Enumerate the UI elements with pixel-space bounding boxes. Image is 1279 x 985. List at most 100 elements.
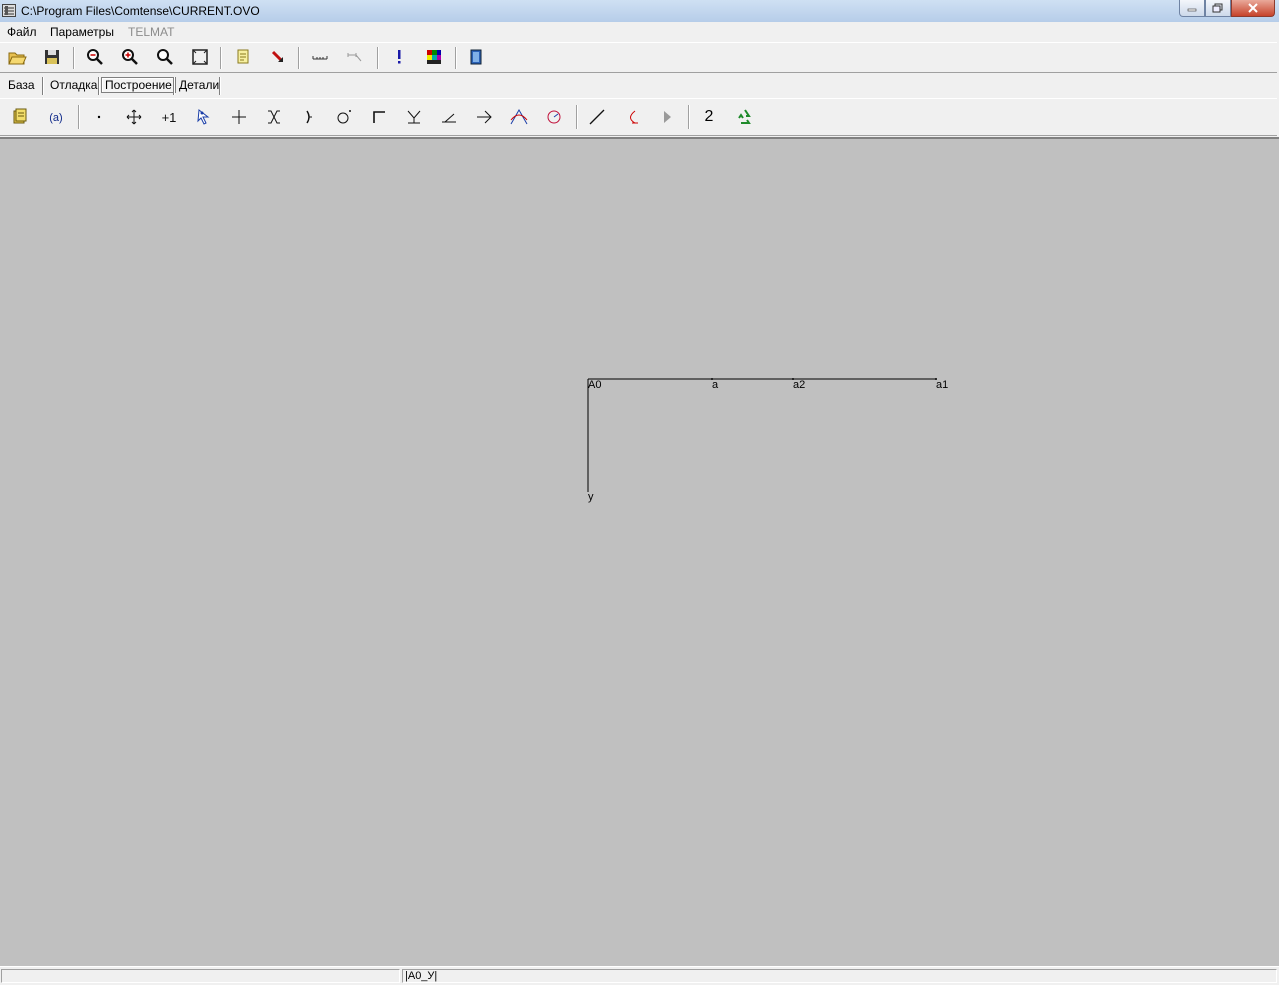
book-exit-icon [470, 49, 482, 65]
build-toolbar: (a) +1 2 [0, 98, 1277, 136]
arrow-right-icon [477, 110, 492, 124]
play-button[interactable] [655, 105, 679, 129]
zoom-button[interactable] [153, 45, 177, 69]
zoom-out-icon [87, 49, 103, 65]
close-button[interactable] [1231, 0, 1275, 17]
measure-button[interactable] [308, 45, 332, 69]
zoom-out-button[interactable] [83, 45, 107, 69]
restore-icon [1212, 3, 1223, 13]
recycle-icon [738, 109, 751, 124]
point-label-a0: A0 [588, 379, 602, 391]
arc-point-button[interactable] [542, 105, 566, 129]
delete-arrow-icon [271, 50, 284, 63]
measure-icon [312, 56, 328, 60]
minimize-button[interactable] [1179, 0, 1205, 17]
circle-point-button[interactable] [332, 105, 356, 129]
perpendicular-button[interactable] [402, 105, 426, 129]
plus-one-icon: +1 [162, 110, 177, 125]
measure-angle-icon [347, 53, 362, 62]
angle-button[interactable] [437, 105, 461, 129]
corner-button[interactable] [367, 105, 391, 129]
curve-button[interactable] [507, 105, 531, 129]
intersection-icon [268, 110, 280, 124]
circle-point-icon [337, 110, 351, 124]
tab-base[interactable]: База [6, 78, 37, 92]
menu-file[interactable]: Файл [7, 25, 37, 39]
open-folder-icon [8, 52, 27, 65]
document-button[interactable] [231, 45, 255, 69]
menu-bar: Файл Параметры TELMAT [0, 22, 1279, 41]
plus-one-button[interactable]: +1 [157, 105, 181, 129]
tab-build[interactable]: Построение [101, 77, 176, 93]
drawing-svg [587, 378, 937, 492]
close-icon [1248, 3, 1258, 13]
app-icon[interactable] [2, 4, 16, 17]
number-button[interactable]: 2 [697, 105, 721, 129]
save-button[interactable] [40, 45, 64, 69]
curve-left-icon [630, 110, 638, 124]
intersection-button[interactable] [262, 105, 286, 129]
main-toolbar [0, 42, 1277, 73]
point-label-a2: a2 [793, 379, 806, 391]
point-label-a: a [712, 379, 719, 391]
point-label-y: у [588, 491, 594, 503]
arc-point-icon [547, 110, 561, 124]
curve-icon [510, 108, 528, 125]
select-icon [197, 109, 210, 125]
measure-angle-button[interactable] [343, 45, 367, 69]
status-panel-2: |A0_У| [402, 969, 1277, 983]
open-button[interactable] [5, 45, 29, 69]
save-disk-icon [45, 50, 59, 64]
document-icon [237, 49, 249, 64]
menu-parameters[interactable]: Параметры [50, 25, 114, 39]
curve-left-button[interactable] [620, 105, 644, 129]
zoom-in-icon [122, 49, 138, 65]
zoom-in-button[interactable] [118, 45, 142, 69]
alert-button[interactable] [387, 45, 411, 69]
recycle-button[interactable] [733, 105, 757, 129]
zoom-icon [157, 49, 173, 65]
corner-icon [373, 111, 385, 123]
notes-icon [13, 108, 27, 124]
tab-details[interactable]: Детали [177, 78, 221, 92]
move-point-button[interactable] [122, 105, 146, 129]
window-title: C:\Program Files\Comtense\CURRENT.OVO [21, 4, 260, 18]
bracket-button[interactable] [297, 105, 321, 129]
title-bar: C:\Program Files\Comtense\CURRENT.OVO [0, 0, 1279, 23]
move-point-icon [126, 109, 142, 125]
fit-window-button[interactable] [188, 45, 212, 69]
number-label: 2 [704, 108, 714, 125]
line-button[interactable] [585, 105, 609, 129]
cross-button[interactable] [227, 105, 251, 129]
drawing-canvas[interactable]: A0 a a2 a1 у [0, 137, 1279, 968]
cross-icon [232, 110, 246, 124]
palette-button[interactable] [422, 45, 446, 69]
tab-debug[interactable]: Отладка [48, 78, 99, 92]
line-icon [589, 109, 605, 125]
angle-icon [442, 113, 456, 123]
fit-window-icon [192, 49, 208, 65]
menu-telmat[interactable]: TELMAT [128, 25, 174, 39]
select-button[interactable] [192, 105, 216, 129]
point-label-a1: a1 [936, 379, 949, 391]
restore-button[interactable] [1205, 0, 1231, 17]
arrow-right-button[interactable] [472, 105, 496, 129]
svg-text:+1: +1 [162, 110, 177, 125]
status-panel-1 [1, 969, 400, 983]
exclamation-icon [398, 50, 401, 64]
notes-button[interactable] [8, 105, 32, 129]
exit-button[interactable] [464, 45, 488, 69]
point-button[interactable] [87, 105, 111, 129]
variable-icon: (a) [49, 112, 62, 124]
status-bar: |A0_У| [0, 966, 1279, 985]
minimize-icon [1187, 8, 1197, 12]
point-icon [97, 115, 101, 119]
delete-button[interactable] [266, 45, 290, 69]
bracket-icon [306, 110, 312, 124]
palette-icon [427, 50, 441, 64]
variable-button[interactable]: (a) [44, 105, 68, 129]
perpendicular-icon [407, 110, 421, 124]
tab-bar: База Отладка Построение Детали [0, 74, 1279, 98]
svg-text:(a): (a) [49, 112, 62, 124]
play-icon [664, 111, 671, 123]
